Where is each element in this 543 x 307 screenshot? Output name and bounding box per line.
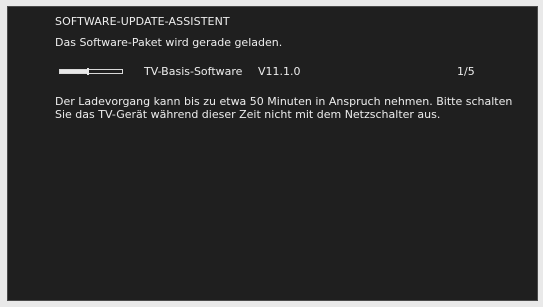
update-message: Der Ladevorgang kann bis zu etwa 50 Minu… bbox=[55, 95, 513, 121]
status-subtitle: Das Software-Paket wird gerade geladen. bbox=[55, 36, 283, 49]
package-version: V11.1.0 bbox=[258, 65, 301, 78]
download-progress-bar bbox=[59, 68, 123, 75]
download-progress-marker bbox=[86, 68, 89, 75]
package-counter: 1/5 bbox=[457, 65, 475, 78]
page-title: SOFTWARE-UPDATE-ASSISTENT bbox=[55, 15, 230, 28]
download-progress-fill bbox=[60, 70, 88, 73]
package-name: TV-Basis-Software bbox=[144, 65, 243, 78]
update-screen: SOFTWARE-UPDATE-ASSISTENT Das Software-P… bbox=[7, 6, 538, 301]
